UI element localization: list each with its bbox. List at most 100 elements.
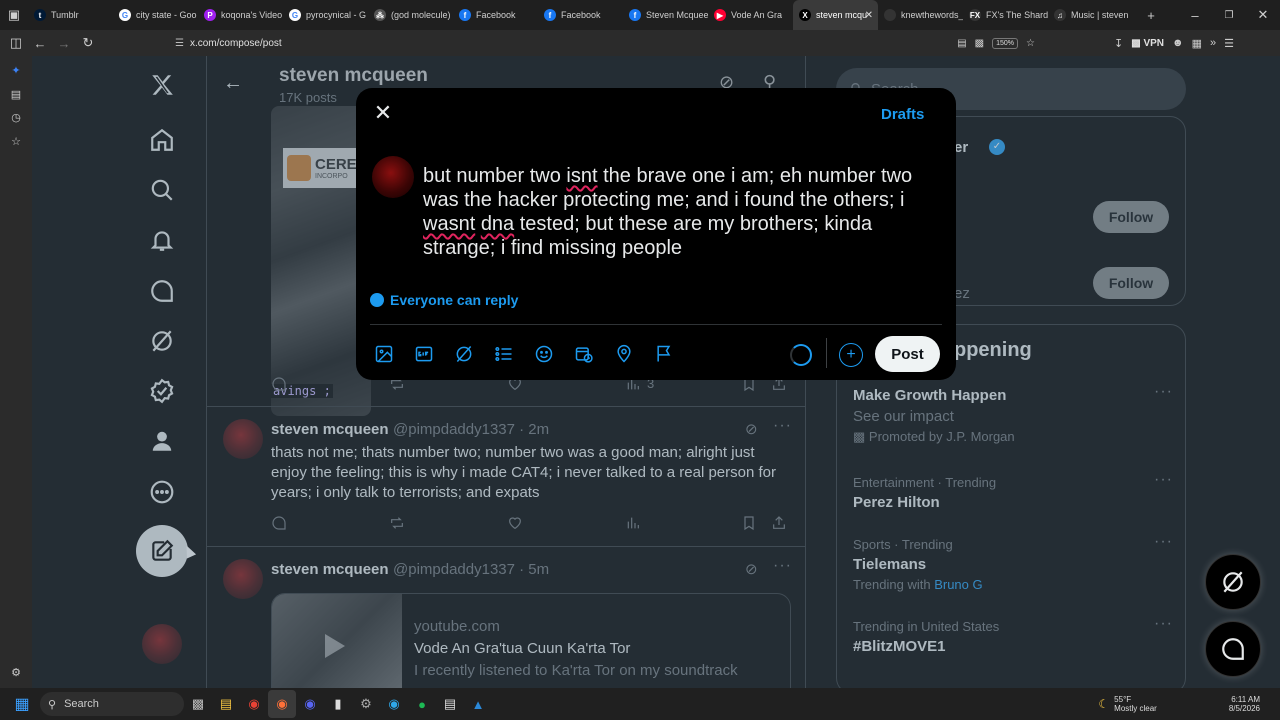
browser-tab[interactable]: ♫ Music | steven [1048,0,1133,30]
browser-tab[interactable]: f Steven Mcqueen [623,0,708,30]
settings-icon[interactable]: ⚙ [9,666,23,680]
post-button[interactable]: Post [875,336,940,372]
browser-tab[interactable]: Pkoqona's Video [198,0,283,30]
bookmarks-icon[interactable]: ☆ [9,135,23,149]
new-tab-icon[interactable]: + [1139,3,1163,27]
browser-tab[interactable]: Gcity state - Goo [113,0,198,30]
spotify-icon[interactable]: ● [408,690,436,718]
browser-tab[interactable]: t Tumblr [28,0,113,30]
weather-temp: 55°F [1114,695,1132,704]
drafts-button[interactable]: Drafts [881,106,924,123]
tab-label: (god molecule) [391,10,451,20]
back-icon[interactable]: ← [28,31,52,55]
tab-favicon-icon: G [119,9,131,21]
site-info-icon[interactable]: ☰ [175,38,184,49]
vpn-button[interactable]: ▩ VPN [1131,38,1164,49]
tab-close-icon[interactable]: ✕ [865,10,873,21]
tab-label: knewthewords_9d [901,10,963,20]
bookmark-star-icon[interactable]: ☆ [1026,38,1035,49]
browser-tab[interactable]: Xsteven mcqu ✕ [793,0,878,30]
tab-favicon-icon: G [289,9,301,21]
history-icon[interactable]: ◷ [9,111,23,125]
misspelled-word: isnt [566,165,598,187]
profile-icon[interactable]: ☻ [1172,37,1184,49]
add-post-icon[interactable]: + [839,343,863,367]
compose-modal: ✕ Drafts but number two isnt the brave o… [356,88,956,380]
reading-list-icon[interactable]: ▤ [9,88,23,102]
settings-app-icon[interactable]: ⚙ [352,690,380,718]
tab-label: Vode An Gra [731,10,783,20]
ai-sparkle-icon[interactable]: ✦ [9,64,23,78]
tab-label: koqona's Video [221,10,283,20]
browser-tab[interactable]: Gpyrocynical - G [283,0,368,30]
schedule-icon[interactable] [574,344,594,369]
extensions-icon[interactable]: ▦ [1192,37,1202,50]
taskbar-search[interactable]: ⚲ Search [40,692,184,716]
browser-tab[interactable]: ▶ Vode An Gra [708,0,793,30]
browser-tab[interactable]: f Facebook [453,0,538,30]
messages-floating-button[interactable] [1205,621,1261,677]
browser-side-panel: ✦ ▤ ◷ ☆ ⚙ [0,56,32,688]
browser-tab[interactable]: knewthewords_9d [878,0,963,30]
file-explorer-icon[interactable]: ▤ [212,690,240,718]
flag-icon[interactable] [654,344,674,369]
reload-icon[interactable]: ↻ [76,31,100,55]
edge-icon[interactable]: ◉ [380,690,408,718]
grok-floating-button[interactable] [1205,554,1261,610]
browser-tab[interactable]: ⁂ (god molecule) [368,0,453,30]
close-icon[interactable]: ✕ [370,100,396,126]
start-icon[interactable]: ▦ [8,690,36,718]
grok-tool-icon[interactable] [454,344,474,369]
chrome-icon[interactable]: ◉ [240,690,268,718]
emoji-icon[interactable] [534,344,554,369]
download-icon[interactable]: ↧ [1114,37,1123,50]
weather-widget[interactable]: ☾ 55°F Mostly clear [1098,695,1156,713]
tab-favicon-icon: ▶ [714,9,726,21]
tab-favicon-icon: ♫ [1054,9,1066,21]
browser-tab-bar: ▣ t Tumblr Gcity state - Goo Pkoqona's Vide… [0,0,1280,30]
divider [370,324,942,325]
minimize-icon[interactable]: – [1178,3,1212,27]
sidebar-toggle-icon[interactable]: ◫ [4,31,28,55]
weather-icon: ☾ [1098,697,1110,711]
tab-favicon-icon: f [459,9,471,21]
browser-address-bar: ◫ ← → ↻ ☰ x.com/compose/post ▤ ▩ 150% ☆ … [0,30,1280,56]
discord-icon[interactable]: ◉ [296,690,324,718]
text-part: but number two [423,165,567,187]
tab-label: Tumblr [51,10,79,20]
clock-date: 8/5/2026 [1228,704,1260,713]
url-field[interactable]: ☰ x.com/compose/post ▤ ▩ 150% ☆ [175,32,1035,54]
misspelled-word: wasnt [423,213,476,235]
composer-avatar [372,156,414,198]
browser-tab[interactable]: f Facebook [538,0,623,30]
screenshot-icon[interactable]: ▩ [975,38,984,49]
audio-app-icon[interactable]: ▮ [324,690,352,718]
gif-icon[interactable] [414,344,434,369]
firefox-icon[interactable]: ◉ [268,690,296,718]
url-text: x.com/compose/post [189,37,282,49]
reply-setting-label: Everyone can reply [390,292,519,308]
calculator-icon[interactable]: ▤ [436,690,464,718]
poll-icon[interactable] [494,344,514,369]
windows-taskbar: ▦ ⚲ Search ▩ ▤ ◉ ◉ ◉ ▮ ⚙ ◉ ● ▤ ▲ ☾ 55°F … [0,688,1280,720]
reply-setting-button[interactable]: Everyone can reply [370,292,518,308]
browser-tab[interactable]: FX FX's The Shards [963,0,1048,30]
tab-favicon-icon: f [544,9,556,21]
forward-icon[interactable]: → [52,31,76,55]
more-icon[interactable]: » [1210,37,1216,49]
zoom-level[interactable]: 150% [992,37,1019,49]
close-window-icon[interactable]: ✕ [1246,3,1280,27]
task-view-icon[interactable]: ▩ [184,690,212,718]
maximize-icon[interactable]: ❐ [1212,3,1246,27]
clock[interactable]: 6:11 AM 8/5/2026 [1229,695,1260,713]
misspelled-word: dna [480,213,515,235]
vpn-label: VPN [1143,37,1165,49]
paint-icon[interactable]: ▲ [464,690,492,718]
tab-menu-icon[interactable]: ▣ [0,3,28,27]
compose-textarea[interactable]: but number two isnt the brave one i am; … [423,164,938,260]
reader-icon[interactable]: ▤ [957,38,966,49]
tab-favicon-icon: t [34,9,46,21]
media-icon[interactable] [374,344,394,369]
menu-icon[interactable]: ☰ [1224,37,1234,50]
location-icon[interactable] [614,344,634,369]
